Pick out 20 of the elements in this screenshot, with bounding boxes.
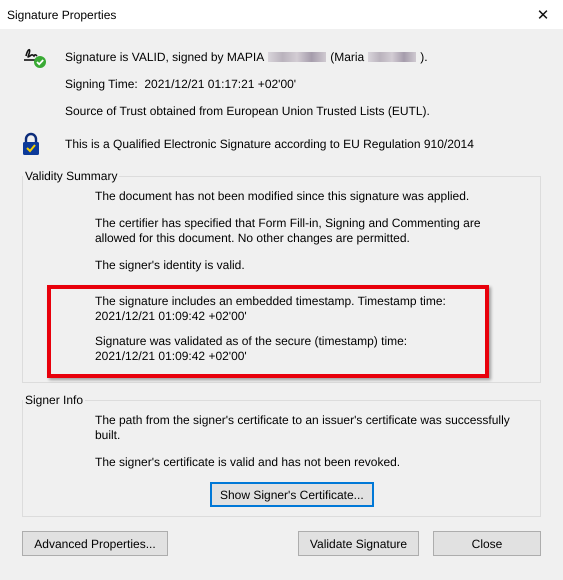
status-text: Source of Trust obtained from European Union Trusted Lists (EUTL).: [65, 104, 430, 118]
dialog-button[interactable]: Close: [433, 531, 541, 556]
validity-text: Signature was validated as of the secure (timestamp) time: 2021/12/21 01:09:42 +02'00': [95, 334, 408, 364]
status-text: Signing Time: 2021/12/21 01:17:21 +02'00': [65, 76, 296, 90]
status-text: This is a Qualified Electronic Signature according to EU Regulation 910/2014: [65, 136, 474, 150]
group-title: Validity Summary: [24, 169, 118, 183]
status-text: Signature is VALID, signed by MAPIA (Maria ).: [65, 50, 428, 64]
validity-text: The document has not been modified since this signature was applied.: [95, 189, 470, 204]
window-title: Signature Properties: [7, 8, 116, 22]
validity-text: The signer's identity is valid.: [95, 258, 246, 273]
validity-text: The signature includes an embedded timestamp. Timestamp time: 2021/12/21 01:09:42 +02'00': [95, 294, 447, 324]
signer-info-text: The signer's certificate is valid and has not been revoked.: [95, 455, 402, 470]
show-certificate-button[interactable]: Show Signer's Certificate...: [210, 482, 374, 507]
padlock-icon: [22, 132, 40, 156]
close-button[interactable]: ✕: [523, 0, 563, 29]
signer-info-text: The path from the signer's certificate to an issuer's certificate was successfully built.: [95, 413, 511, 443]
dialog-button[interactable]: Validate Signature: [298, 531, 419, 556]
validity-text: The certifier has specified that Form Fill-in, Signing and Commenting are allowed for this document. No other changes are permitted.: [95, 216, 482, 246]
group-title: Signer Info: [24, 393, 84, 407]
dialog-button[interactable]: Advanced Properties...: [22, 531, 168, 556]
